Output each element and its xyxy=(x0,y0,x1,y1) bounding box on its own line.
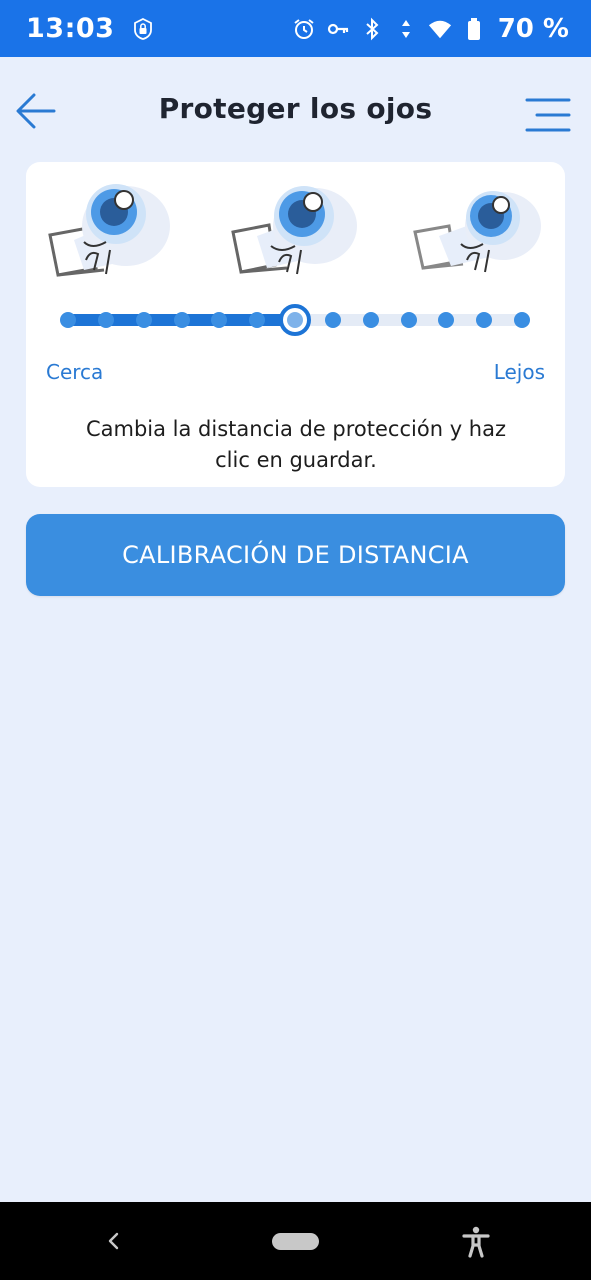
distance-slider[interactable] xyxy=(60,304,530,336)
bluetooth-icon xyxy=(360,17,384,41)
slider-step-dot[interactable] xyxy=(400,312,417,328)
slider-step-dot[interactable] xyxy=(362,312,379,328)
lock-badge-icon xyxy=(132,17,154,40)
back-button[interactable] xyxy=(14,89,58,133)
status-time: 13:03 xyxy=(26,13,115,44)
instruction-text: Cambia la distancia de protección y haz … xyxy=(66,414,526,476)
instruction-line-1: Cambia la distancia de protección y haz xyxy=(85,417,506,441)
calibration-button[interactable]: CALIBRACIÓN DE DISTANCIA xyxy=(26,514,565,596)
accessibility-button[interactable] xyxy=(461,1226,491,1258)
eye-laptop-medium-illustration xyxy=(231,186,357,275)
slider-step-dot[interactable] xyxy=(324,312,341,328)
battery-icon xyxy=(462,17,486,41)
alarm-icon xyxy=(292,17,316,41)
eye-laptop-near-illustration xyxy=(48,184,170,277)
wifi-icon: 4 xyxy=(428,17,452,41)
distance-card: Cerca Lejos Cambia la distancia de prote… xyxy=(26,162,565,487)
slider-thumb[interactable] xyxy=(279,304,311,336)
illustrations-row xyxy=(26,180,565,280)
eye-laptop-far-illustration xyxy=(413,191,541,273)
slider-step-dot[interactable] xyxy=(60,312,76,328)
accessibility-icon xyxy=(462,1226,490,1258)
instruction-line-2: clic en guardar. xyxy=(215,448,377,472)
label-near: Cerca xyxy=(46,360,104,384)
slider-step-dot[interactable] xyxy=(514,312,530,328)
back-icon xyxy=(108,1232,119,1250)
home-pill-icon[interactable] xyxy=(272,1233,319,1250)
menu-button[interactable] xyxy=(525,97,571,133)
vpn-key-icon xyxy=(326,17,350,41)
app-header: Proteger los ojos xyxy=(0,57,591,162)
svg-text:4: 4 xyxy=(443,29,448,38)
slider-step-dot[interactable] xyxy=(135,312,152,328)
arrow-left-icon xyxy=(16,93,56,129)
status-bar: 13:03 4 70 % xyxy=(0,0,591,57)
nav-back-button[interactable] xyxy=(100,1228,126,1254)
data-arrows-icon xyxy=(394,17,418,41)
label-far: Lejos xyxy=(493,360,545,384)
slider-step-dot[interactable] xyxy=(173,312,190,328)
system-nav-bar xyxy=(0,1202,591,1280)
menu-icon xyxy=(525,98,571,132)
slider-thumb-inner xyxy=(287,312,303,328)
page-title: Proteger los ojos xyxy=(158,92,433,125)
slider-step-dot[interactable] xyxy=(97,312,114,328)
battery-percent: 70 % xyxy=(497,13,569,44)
